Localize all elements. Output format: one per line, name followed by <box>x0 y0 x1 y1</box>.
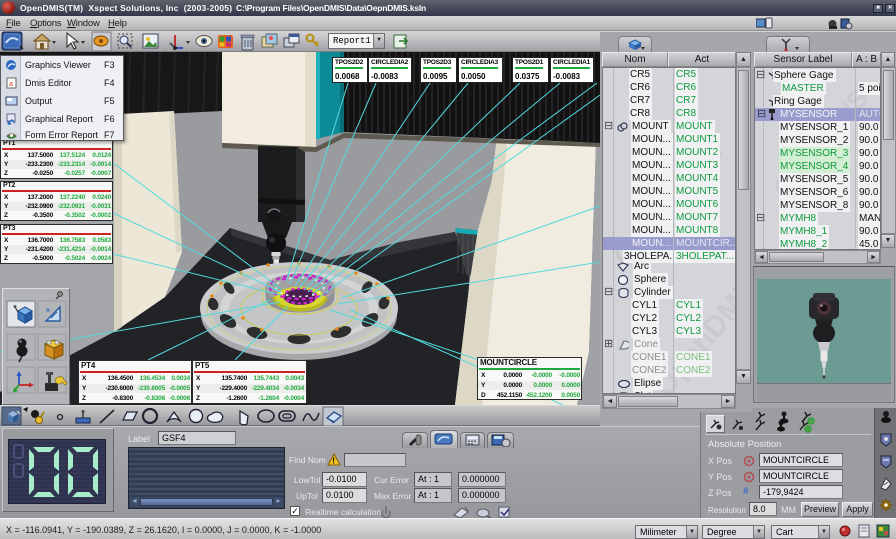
svg-text:a: a <box>9 81 13 88</box>
svg-text:!: ! <box>332 457 335 466</box>
